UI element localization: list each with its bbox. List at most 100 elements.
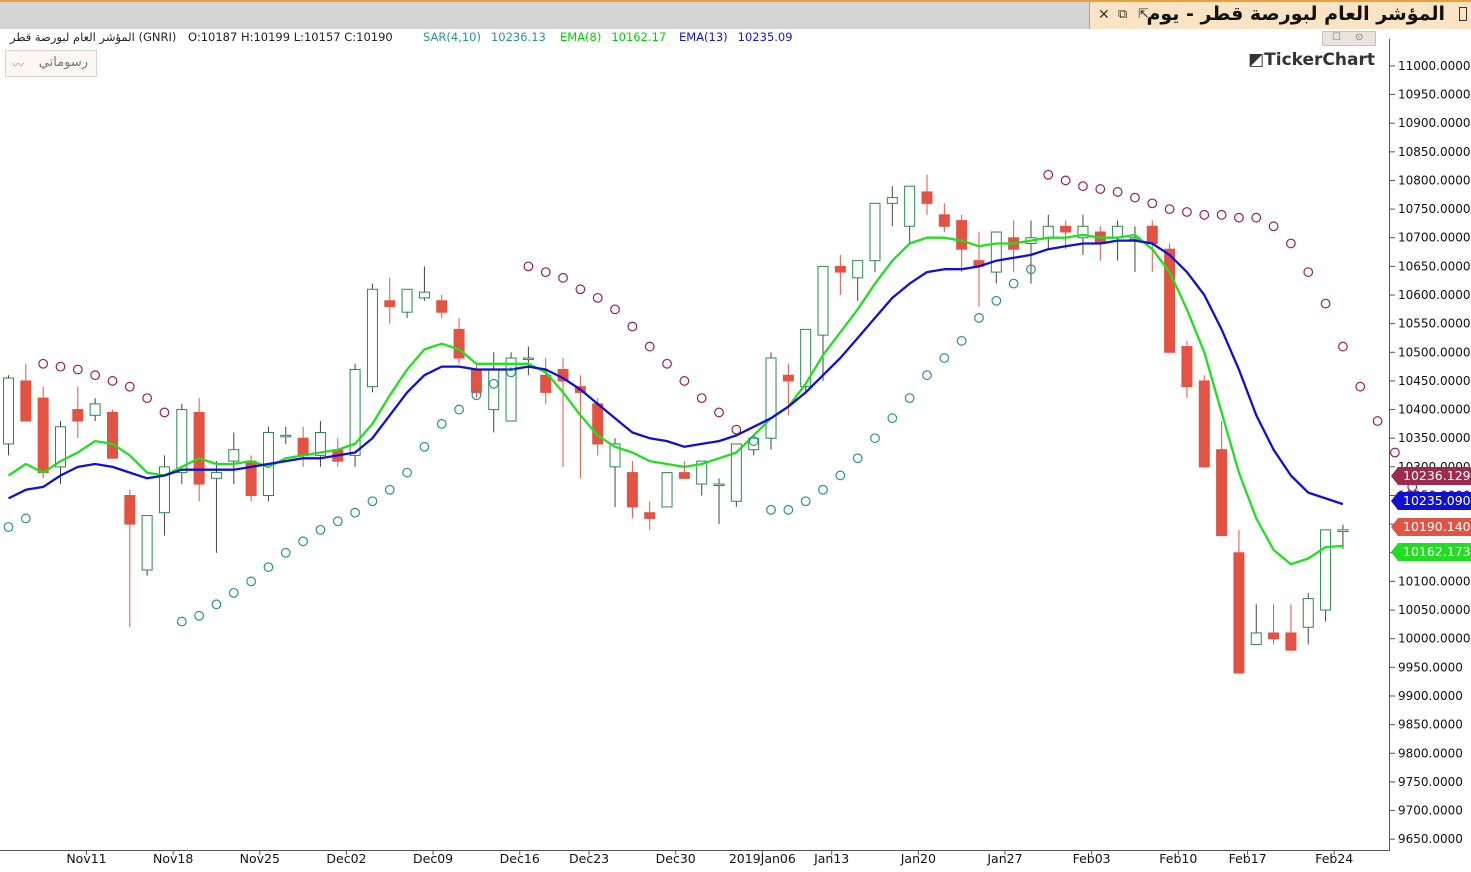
sar-dot [332, 516, 343, 527]
tickerchart-logo: ◩TickerChart [1248, 50, 1375, 70]
candle-body [210, 472, 222, 479]
y-tick-label: 10700.0000 [1398, 231, 1471, 245]
candle-body [436, 300, 448, 313]
sar-dot [870, 433, 880, 444]
candle-body [1146, 225, 1158, 244]
candle-body [1060, 225, 1072, 233]
sar-dot [1199, 209, 1210, 220]
candle-body [522, 357, 534, 361]
x-tick-label: Feb24 [1315, 851, 1353, 866]
sar-dot [783, 504, 794, 515]
sar-dot [974, 313, 984, 323]
sar-dot [367, 496, 378, 507]
panel-controls: ☐ ⊙ [1322, 31, 1376, 46]
ema8-line [7, 233, 1343, 566]
candle-body [176, 409, 188, 474]
candle-body [1285, 632, 1297, 651]
sar-dot [38, 358, 49, 369]
window-menu-icon[interactable] [1459, 7, 1467, 21]
sar-dot [714, 407, 724, 418]
ema13-legend: EMA(13) 10235.09 [679, 30, 793, 44]
candle-body [401, 288, 413, 313]
restore-icon[interactable]: ⧉ [1118, 5, 1127, 25]
candle-body [921, 191, 933, 204]
sar-dot [55, 361, 66, 372]
y-tick-label: 9800.0000 [1398, 746, 1463, 760]
x-tick-label: Dec30 [656, 851, 696, 866]
sar-dot [1216, 209, 1227, 220]
symbol-label: المؤشر العام لبورصة قطر (GNRI) O:10187 H… [9, 30, 393, 45]
sar-dot [1251, 212, 1262, 223]
x-tick-label: Jan20 [900, 851, 936, 866]
y-tick-label: 10900.0000 [1398, 116, 1471, 130]
x-tick-label: Dec23 [569, 851, 609, 866]
candle-body [1250, 632, 1262, 645]
y-tick-label: 9950.0000 [1398, 660, 1463, 674]
sar-dot [1182, 207, 1192, 217]
candle-body [852, 260, 864, 279]
y-tick-label: 10800.0000 [1398, 173, 1471, 187]
sar-dot [1338, 341, 1348, 352]
sar-dot [20, 513, 31, 524]
candlesticks [3, 174, 1349, 674]
sar-dot [592, 292, 603, 303]
candle-body [626, 472, 638, 508]
candle-body [366, 288, 378, 388]
sar-dot [887, 413, 898, 424]
candle-body [488, 368, 500, 411]
sar-dot [228, 587, 239, 598]
sar-dot [558, 272, 568, 283]
sar-dot [818, 484, 828, 495]
chart[interactable]: 11000.0000 10950.0000 10900.0000 10850.0000… [0, 29, 1471, 872]
sar-dot [679, 376, 690, 386]
sar-dot [1234, 212, 1244, 223]
sar-dot [1060, 175, 1071, 186]
candle-body [644, 512, 656, 519]
candle-body [1302, 598, 1314, 628]
sar-dot [1355, 381, 1366, 392]
window-tab[interactable]: ✕ ⧉ ⇱ المؤشر العام لبورصة قطر - يوم [1089, 2, 1471, 29]
sar-dot [142, 393, 153, 404]
sar-dot [194, 610, 205, 621]
sar-dot [3, 522, 14, 532]
candle-body [124, 495, 136, 525]
candle-body [1216, 449, 1228, 537]
y-tick-label: 9650.0000 [1398, 832, 1463, 846]
x-tick-label: Dec02 [326, 851, 366, 866]
y-tick-label: 9900.0000 [1398, 689, 1463, 703]
sar-dots [3, 169, 1435, 627]
close-icon[interactable]: ✕ [1098, 5, 1110, 25]
sar-dot [731, 424, 742, 435]
sar-dot [956, 335, 967, 346]
maximize-icon[interactable]: ☐ [1332, 32, 1341, 43]
drawings-button[interactable]: 〰 رسوماتي [5, 50, 97, 77]
candle-body [193, 411, 205, 485]
y-tick-label: 10400.0000 [1398, 403, 1471, 417]
x-tick-label: Dec16 [500, 851, 540, 866]
sar-dot [350, 507, 361, 518]
candle-body [1233, 552, 1245, 674]
line-chart-icon: 〰 [12, 58, 25, 72]
x-tick-label: Feb17 [1229, 851, 1267, 866]
settings-icon[interactable]: ⊙ [1355, 32, 1363, 43]
sar-dot [1008, 278, 1019, 289]
x-tick-label: Nov18 [153, 851, 193, 866]
y-tick-label: 10350.0000 [1398, 431, 1471, 445]
x-tick-label: Feb10 [1159, 851, 1197, 866]
y-tick-label: 10450.0000 [1398, 374, 1471, 388]
sar-dot [315, 524, 326, 535]
sar-dot [835, 470, 846, 481]
y-axis: 11000.0000 10950.0000 10900.0000 10850.0000… [1389, 39, 1471, 851]
candle-body [1181, 346, 1193, 388]
sar-dot [263, 562, 274, 572]
candle-body [1268, 632, 1280, 640]
sar-dot [662, 358, 672, 369]
window-title: المؤشر العام لبورصة قطر - يوم [1146, 3, 1445, 25]
candle-body [384, 300, 396, 307]
y-tick-label: 9850.0000 [1398, 718, 1463, 732]
candle-body [834, 265, 846, 273]
sar-dot [1389, 447, 1400, 458]
candle-body [1164, 248, 1176, 353]
candle-body [869, 202, 881, 262]
candle-body [106, 411, 118, 459]
